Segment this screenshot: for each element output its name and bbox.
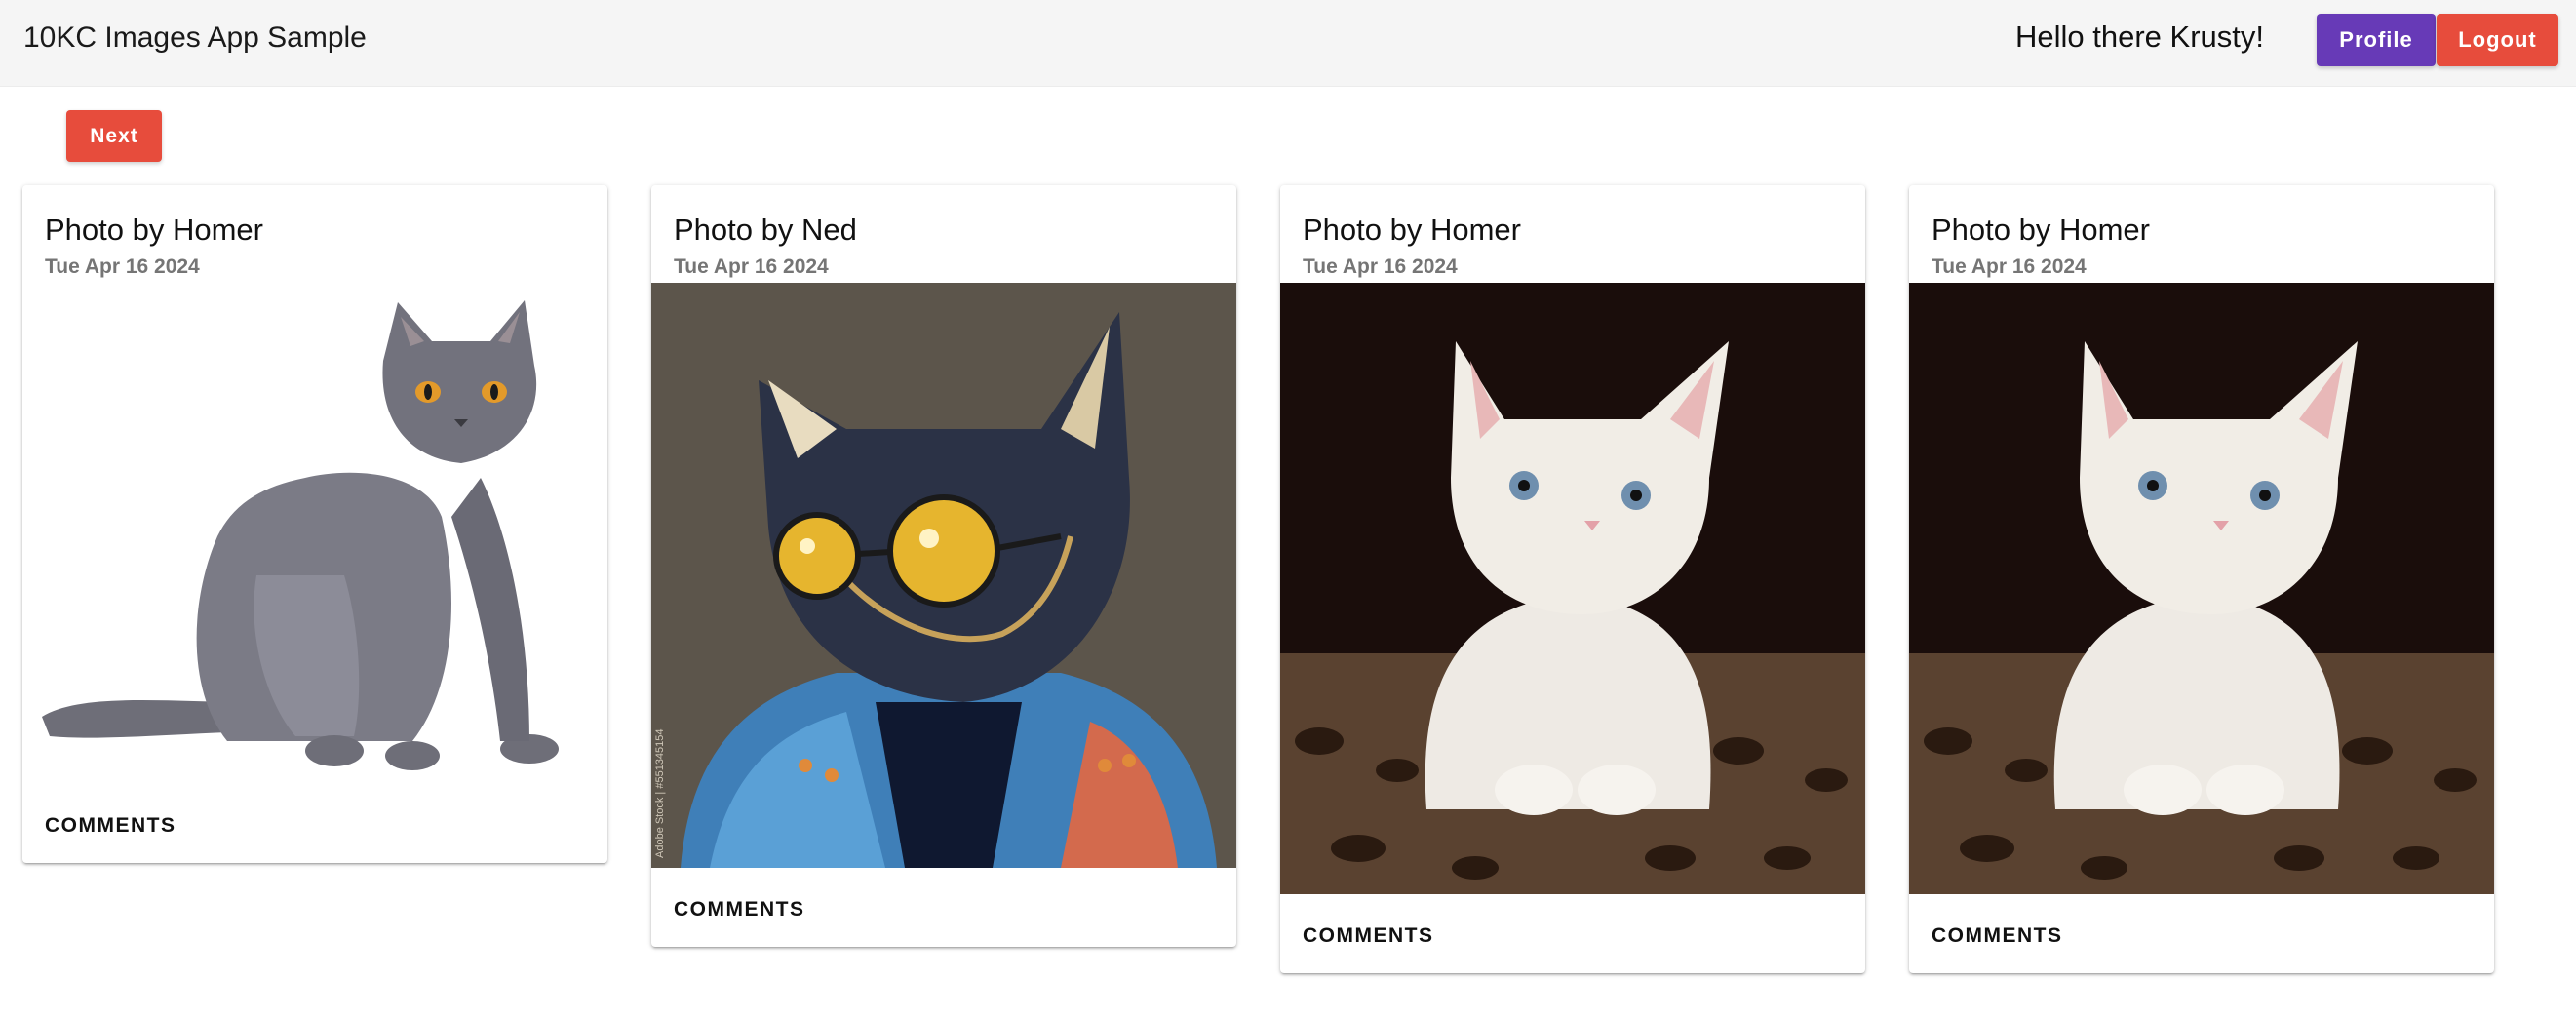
photo-card: Photo by Ned Tue Apr 16 2024 Adobe Stock… (651, 185, 1236, 947)
watermark-text: Adobe Stock | #551345154 (654, 728, 666, 858)
app-header: 10KC Images App Sample Hello there Krust… (0, 0, 2576, 87)
card-title: Photo by Homer (1932, 213, 2150, 247)
comments-button[interactable]: COMMENTS (1932, 924, 2063, 948)
comments-button[interactable]: COMMENTS (674, 898, 805, 922)
card-date: Tue Apr 16 2024 (1932, 255, 2087, 278)
comments-button[interactable]: COMMENTS (45, 814, 176, 838)
card-image: Adobe Stock | #551345154 (651, 283, 1236, 868)
comments-button[interactable]: COMMENTS (1303, 924, 1434, 948)
photo-card: Photo by Homer Tue Apr 16 2024 COMMENTS (22, 185, 607, 863)
app-title: 10KC Images App Sample (23, 21, 367, 54)
white-kitten-image (1909, 283, 2494, 894)
cat-with-sunglasses-image: Adobe Stock | #551345154 (651, 283, 1236, 868)
card-image (22, 283, 607, 780)
white-kitten-image (1280, 283, 1865, 894)
card-date: Tue Apr 16 2024 (674, 255, 829, 278)
card-date: Tue Apr 16 2024 (45, 255, 200, 278)
profile-button[interactable]: Profile (2317, 14, 2436, 66)
photo-card: Photo by Homer Tue Apr 16 2024 COMMENTS (1909, 185, 2494, 973)
card-date: Tue Apr 16 2024 (1303, 255, 1458, 278)
card-image (1909, 283, 2494, 894)
photo-card: Photo by Homer Tue Apr 16 2024 COMMENTS (1280, 185, 1865, 973)
logout-button[interactable]: Logout (2437, 14, 2558, 66)
next-button[interactable]: Next (66, 110, 162, 162)
card-title: Photo by Homer (1303, 213, 1521, 247)
card-title: Photo by Homer (45, 213, 263, 247)
gray-cat-image (42, 300, 559, 770)
card-image (1280, 283, 1865, 894)
card-title: Photo by Ned (674, 213, 857, 247)
user-greeting: Hello there Krusty! (2015, 20, 2264, 54)
